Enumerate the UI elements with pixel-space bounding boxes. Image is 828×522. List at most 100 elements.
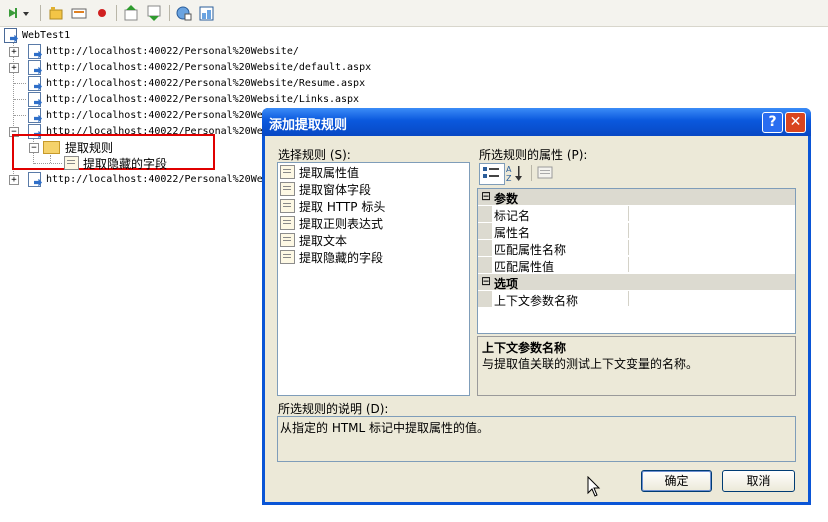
rules-list[interactable]: 提取属性值 提取窗体字段 提取 HTTP 标头 提取正则表达式 提取文本 提取隐… [277, 162, 470, 396]
request-url: http://localhost:40022/Personal%20We [46, 109, 263, 121]
property-row[interactable]: 属性名 [478, 223, 795, 240]
request-icon [28, 43, 41, 59]
request-url: http://localhost:40022/Personal%20Websit… [46, 61, 372, 73]
request-url: http://localhost:40022/Personal%20Websit… [46, 45, 299, 57]
rule-item-form-field[interactable]: 提取窗体字段 [280, 181, 371, 197]
tree-request[interactable]: http://localhost:40022/Personal%20Websit… [28, 75, 365, 91]
rule-icon [280, 233, 295, 247]
description-label: 所选规则的说明 (D): [278, 402, 389, 416]
categorized-icon [483, 167, 499, 178]
expand-icon[interactable]: + [9, 175, 19, 185]
rule-icon [280, 199, 295, 213]
toolbar [0, 0, 828, 27]
sort-az-icon: AZ [506, 165, 522, 183]
tree-request[interactable]: http://localhost:40022/Personal%20We [28, 171, 263, 187]
svg-text:Z: Z [506, 174, 512, 183]
rule-item-label: 提取正则表达式 [299, 216, 384, 231]
property-row[interactable]: 匹配属性名称 [478, 240, 795, 257]
add-comment-icon[interactable] [70, 4, 88, 22]
collapse-icon[interactable]: ⊟ [481, 274, 491, 288]
dialog-client: 选择规则 (S): 提取属性值 提取窗体字段 提取 HTTP 标头 提取正则表达… [265, 136, 808, 502]
expand-icon[interactable]: + [9, 47, 19, 57]
category-parameters[interactable]: ⊟ 参数 [478, 189, 795, 206]
mouse-cursor-icon [587, 476, 601, 497]
folder-label: 提取规则 [65, 140, 114, 155]
help-text: 与提取值关联的测试上下文变量的名称。 [482, 357, 699, 371]
property-value[interactable] [628, 257, 795, 272]
property-row[interactable]: 标记名 [478, 206, 795, 223]
move-down-icon[interactable] [145, 4, 163, 22]
request-icon [28, 171, 41, 187]
property-name: 属性名 [494, 226, 531, 240]
tree-request[interactable]: http://localhost:40022/Personal%20We [28, 107, 263, 123]
description-text: 从指定的 HTML 标记中提取属性的值。 [280, 421, 490, 435]
props-label: 所选规则的属性 (P): [479, 148, 588, 162]
property-name: 匹配属性名称 [494, 243, 567, 257]
stop-icon[interactable] [93, 4, 111, 22]
tree-rule-hidden-fields[interactable]: 提取隐藏的字段 [64, 155, 167, 171]
folder-icon [43, 140, 60, 154]
property-row[interactable]: 匹配属性值 [478, 257, 795, 274]
property-value[interactable] [628, 240, 795, 255]
rule-item-hidden-fields[interactable]: 提取隐藏的字段 [280, 249, 383, 265]
rule-item-http-header[interactable]: 提取 HTTP 标头 [280, 198, 385, 214]
rules-label: 选择规则 (S): [278, 148, 351, 162]
close-button[interactable]: ✕ [785, 112, 806, 133]
categorized-view-button[interactable] [479, 163, 505, 185]
rule-item-label: 提取属性值 [299, 165, 360, 180]
rule-label: 提取隐藏的字段 [83, 156, 168, 171]
rule-item-attribute-value[interactable]: 提取属性值 [280, 164, 359, 180]
tree-request[interactable]: http://localhost:40022/Personal%20Websit… [28, 43, 299, 59]
category-options[interactable]: ⊟ 选项 [478, 274, 795, 291]
tree-request[interactable]: http://localhost:40022/Personal%20Websit… [28, 59, 371, 75]
cancel-button[interactable]: 取消 [722, 470, 795, 492]
dialog-title: 添加提取规则 [269, 118, 348, 133]
parameterize-icon[interactable] [175, 4, 193, 22]
webtest-icon [4, 27, 17, 43]
tree-folder-extraction-rules[interactable]: 提取规则 [43, 139, 113, 155]
category-label: 参数 [494, 192, 519, 206]
add-folder-icon[interactable] [47, 4, 65, 22]
property-pages-icon [537, 166, 553, 179]
collapse-icon[interactable]: ⊟ [481, 189, 491, 203]
expand-icon[interactable]: + [9, 63, 19, 73]
rule-item-label: 提取隐藏的字段 [299, 250, 384, 265]
property-name: 上下文参数名称 [494, 294, 579, 308]
move-up-icon[interactable] [122, 4, 140, 22]
property-value[interactable] [628, 223, 795, 238]
tree-request[interactable]: http://localhost:40022/Personal%20Websit… [28, 91, 359, 107]
properties-icon[interactable] [198, 4, 216, 22]
description-box: 从指定的 HTML 标记中提取属性的值。 [277, 416, 796, 462]
rule-item-label: 提取文本 [299, 233, 348, 248]
property-value[interactable] [628, 206, 795, 221]
help-button[interactable]: ? [762, 112, 783, 133]
rule-item-text[interactable]: 提取文本 [280, 232, 347, 248]
svg-text:A: A [506, 165, 512, 174]
rule-item-regex[interactable]: 提取正则表达式 [280, 215, 383, 231]
tree-root-label: WebTest1 [22, 29, 71, 41]
rule-icon [280, 182, 295, 196]
help-title: 上下文参数名称 [482, 341, 567, 355]
property-row[interactable]: 上下文参数名称 [478, 291, 795, 308]
collapse-icon[interactable]: − [29, 143, 39, 153]
rule-icon [280, 165, 295, 179]
dialog-titlebar[interactable]: 添加提取规则 ? ✕ [262, 108, 811, 136]
request-icon [28, 75, 41, 91]
property-grid[interactable]: ⊟ 参数 标记名 属性名 匹配属性名称 匹配属性值 ⊟ 选项 上下文参数名称 [477, 188, 796, 334]
rule-item-label: 提取窗体字段 [299, 182, 372, 197]
property-value[interactable] [628, 291, 795, 306]
request-icon [28, 91, 41, 107]
alphabetical-view-button[interactable]: AZ [505, 163, 525, 183]
request-icon [28, 59, 41, 75]
property-help-panel: 上下文参数名称 与提取值关联的测试上下文变量的名称。 [477, 336, 796, 396]
rule-icon [64, 156, 79, 170]
property-name: 匹配属性值 [494, 260, 555, 274]
category-label: 选项 [494, 277, 519, 291]
add-request-icon[interactable] [6, 4, 32, 22]
tree-root[interactable]: WebTest1 [4, 27, 70, 43]
property-name: 标记名 [494, 209, 531, 223]
property-pages-button[interactable] [536, 165, 554, 181]
request-url: http://localhost:40022/Personal%20Websit… [46, 93, 360, 105]
ok-button[interactable]: 确定 [641, 470, 712, 492]
request-url: http://localhost:40022/Personal%20Websit… [46, 77, 366, 89]
